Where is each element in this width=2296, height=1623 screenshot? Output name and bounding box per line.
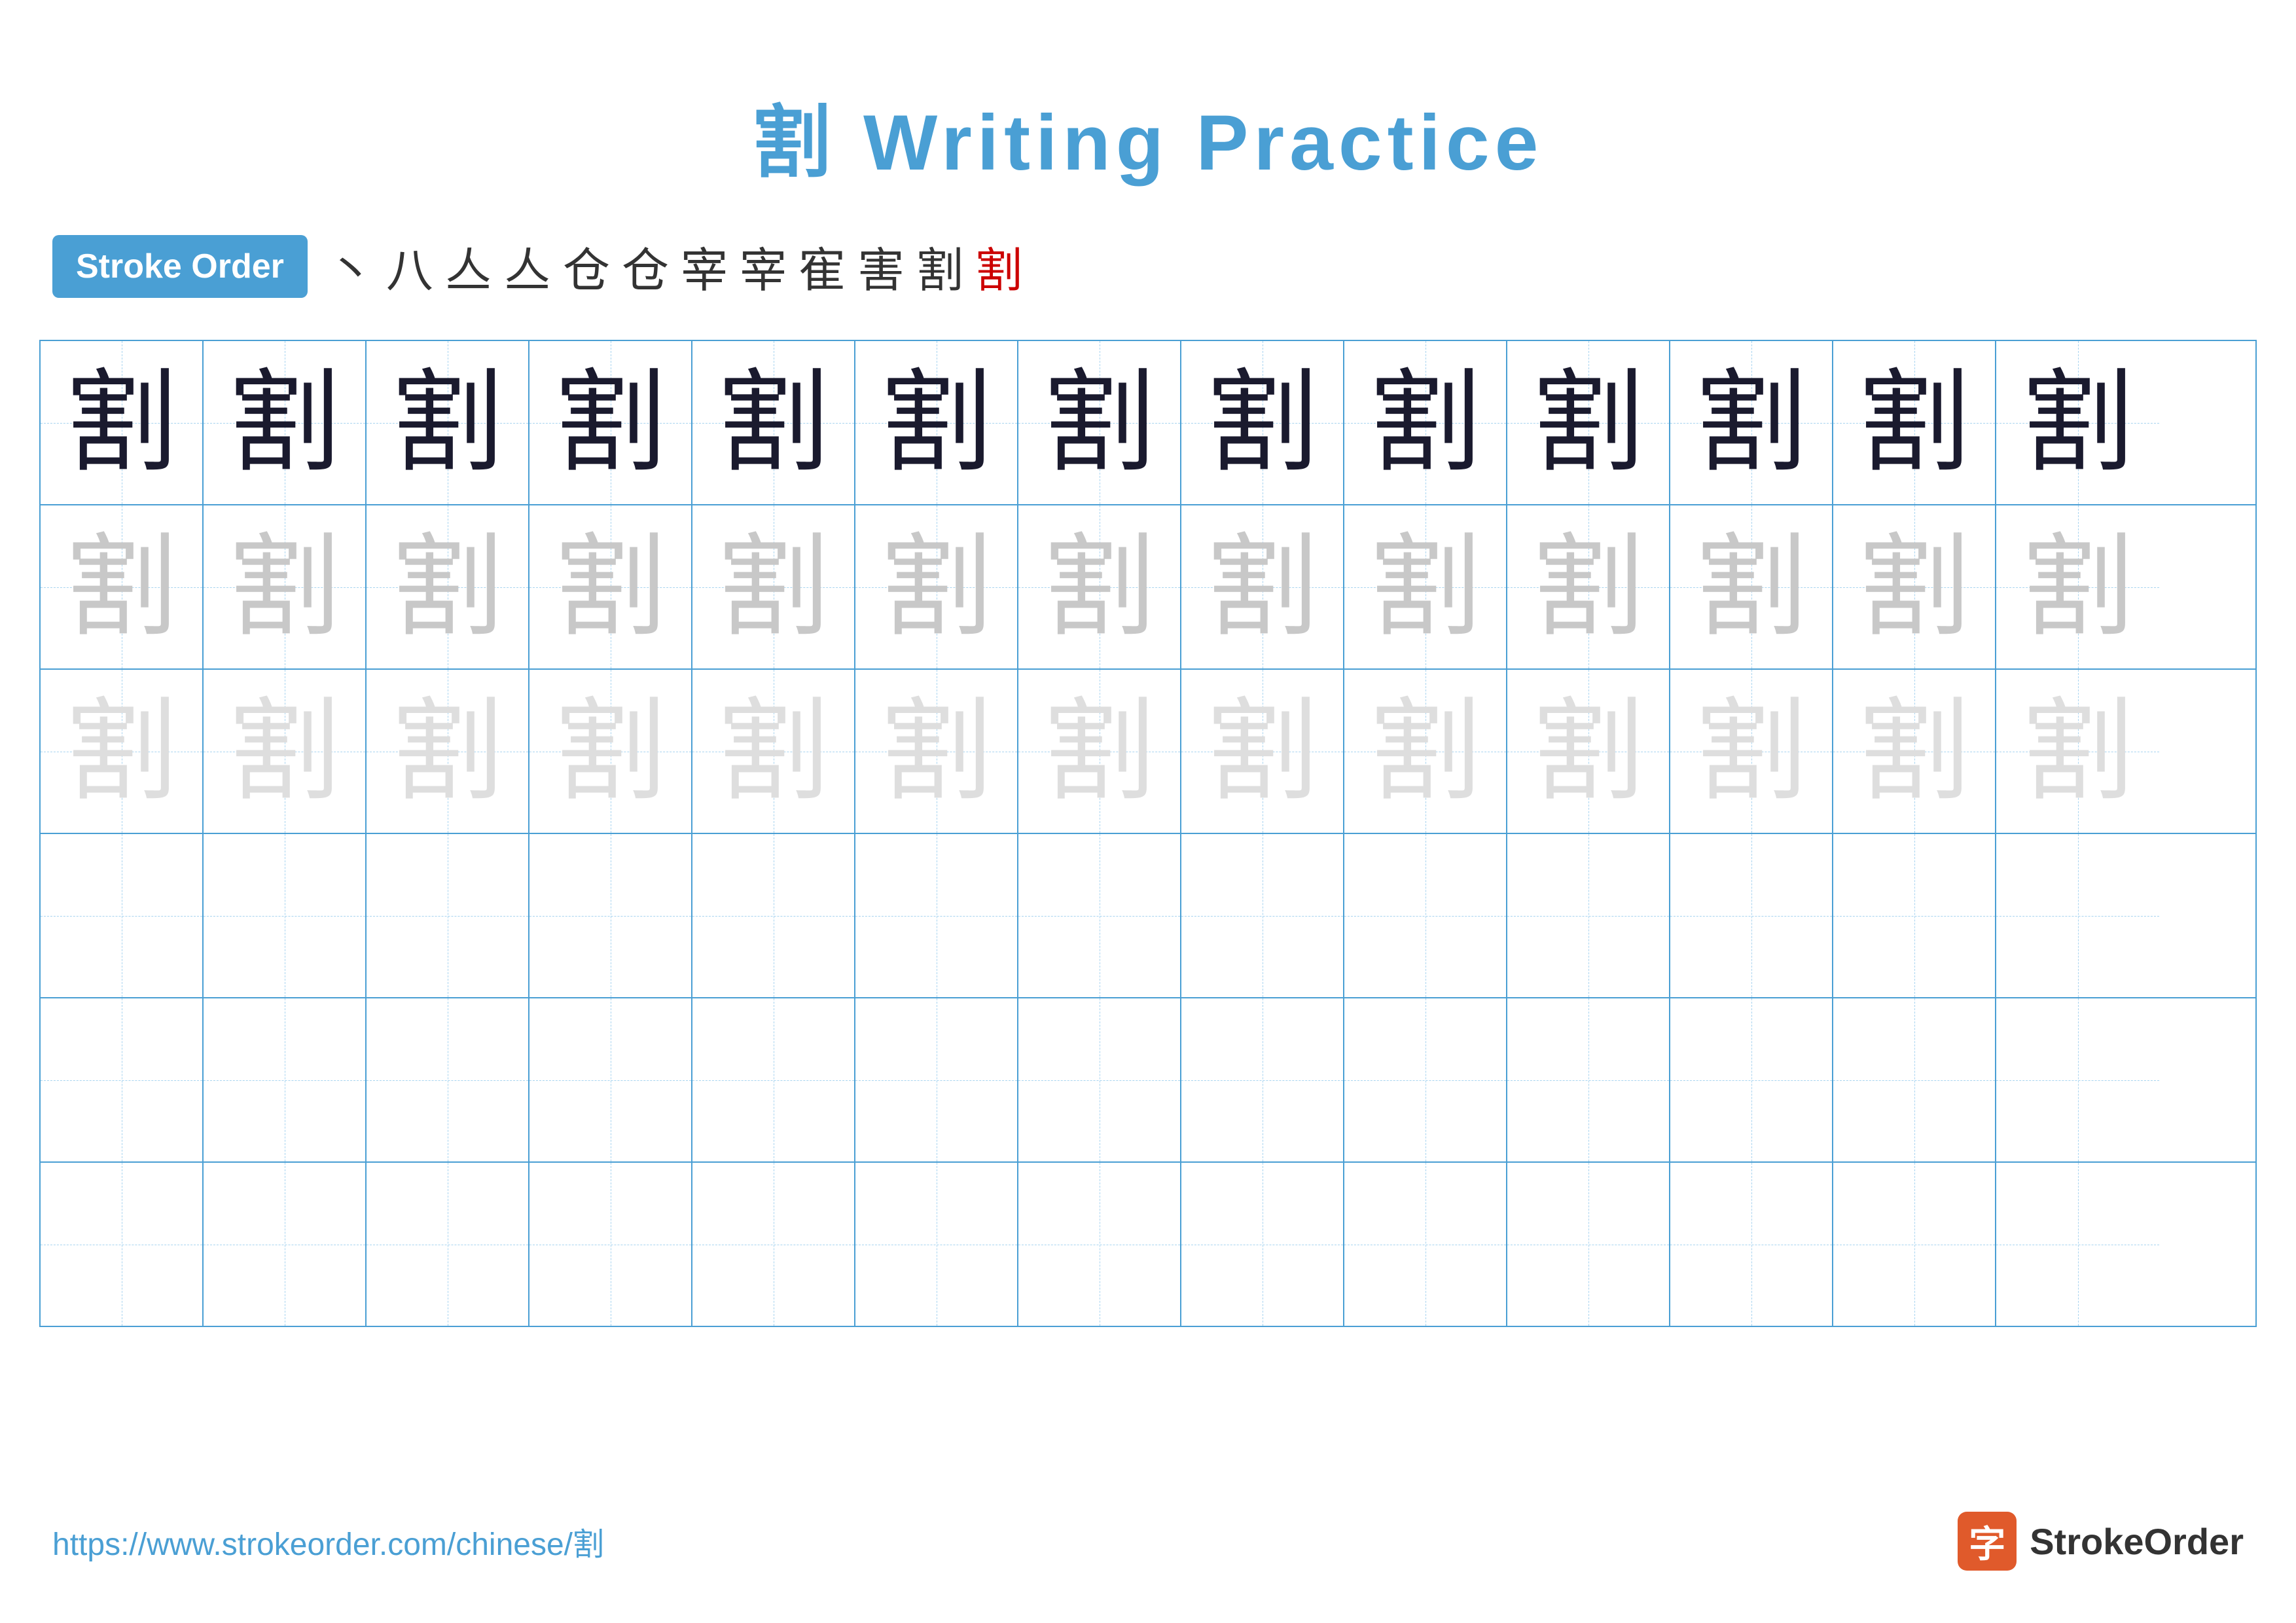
grid-cell[interactable]	[1996, 998, 2159, 1161]
grid-cell[interactable]	[1833, 1163, 1996, 1326]
grid-cell[interactable]: 割	[41, 341, 204, 504]
grid-cell[interactable]: 割	[1181, 341, 1344, 504]
grid-cell[interactable]: 割	[692, 341, 855, 504]
grid-cell[interactable]: 割	[692, 670, 855, 833]
grid-row-1: 割 割 割 割 割 割 割 割 割 割 割 割 割	[41, 341, 2255, 505]
grid-cell[interactable]	[855, 1163, 1018, 1326]
grid-cell[interactable]: 割	[1344, 505, 1507, 668]
grid-cell[interactable]	[1181, 998, 1344, 1161]
footer-brand: 字 StrokeOrder	[1958, 1512, 2244, 1571]
grid-row-6	[41, 1163, 2255, 1326]
grid-cell[interactable]	[367, 998, 529, 1161]
grid-cell[interactable]	[1996, 834, 2159, 997]
grid-cell[interactable]	[1181, 1163, 1344, 1326]
grid-cell[interactable]: 割	[692, 505, 855, 668]
grid-cell[interactable]: 割	[367, 670, 529, 833]
grid-cell[interactable]	[1344, 998, 1507, 1161]
grid-cell[interactable]	[1507, 1163, 1670, 1326]
stroke-order-badge: Stroke Order	[52, 235, 308, 298]
stroke-sequence: 丶 八 亼 亼 仓 仓 宰 宰 寉 害 割 割	[327, 232, 1022, 301]
grid-cell[interactable]: 割	[204, 670, 367, 833]
grid-cell[interactable]	[1670, 834, 1833, 997]
grid-cell[interactable]	[1018, 1163, 1181, 1326]
grid-cell[interactable]	[1507, 998, 1670, 1161]
grid-cell[interactable]	[1670, 1163, 1833, 1326]
grid-cell[interactable]	[1018, 834, 1181, 997]
grid-cell[interactable]: 割	[1833, 670, 1996, 833]
grid-cell[interactable]	[204, 998, 367, 1161]
grid-cell[interactable]: 割	[1833, 505, 1996, 668]
grid-cell[interactable]	[1344, 1163, 1507, 1326]
grid-cell[interactable]: 割	[204, 341, 367, 504]
grid-cell[interactable]: 割	[1670, 505, 1833, 668]
grid-cell[interactable]	[529, 834, 692, 997]
grid-cell[interactable]	[204, 1163, 367, 1326]
grid-cell[interactable]: 割	[1670, 341, 1833, 504]
grid-cell[interactable]	[692, 998, 855, 1161]
grid-cell[interactable]: 割	[1996, 670, 2159, 833]
grid-cell[interactable]: 割	[529, 341, 692, 504]
grid-cell[interactable]	[204, 834, 367, 997]
stroke-order-row: Stroke Order 丶 八 亼 亼 仓 仓 宰 宰 寉 害 割 割	[0, 192, 2296, 327]
grid-cell[interactable]	[367, 834, 529, 997]
grid-cell[interactable]	[529, 998, 692, 1161]
grid-cell[interactable]: 割	[855, 341, 1018, 504]
grid-cell[interactable]	[1833, 834, 1996, 997]
grid-cell[interactable]: 割	[855, 670, 1018, 833]
grid-cell[interactable]	[367, 1163, 529, 1326]
grid-cell[interactable]: 割	[855, 505, 1018, 668]
grid-cell[interactable]: 割	[529, 670, 692, 833]
grid-cell[interactable]: 割	[1833, 341, 1996, 504]
grid-cell[interactable]	[1018, 998, 1181, 1161]
grid-cell[interactable]	[1344, 834, 1507, 997]
grid-cell[interactable]: 割	[1344, 341, 1507, 504]
footer: https://www.strokeorder.com/chinese/割 字 …	[0, 1512, 2296, 1571]
grid-row-2: 割 割 割 割 割 割 割 割 割 割 割 割 割	[41, 505, 2255, 670]
grid-cell[interactable]	[41, 1163, 204, 1326]
grid-cell[interactable]	[855, 834, 1018, 997]
grid-cell[interactable]	[41, 834, 204, 997]
practice-grid: 割 割 割 割 割 割 割 割 割 割 割 割 割 割 割 割 割 割 割 割 …	[39, 340, 2257, 1327]
grid-cell[interactable]: 割	[1670, 670, 1833, 833]
grid-cell[interactable]: 割	[1018, 670, 1181, 833]
grid-cell[interactable]	[692, 834, 855, 997]
grid-cell[interactable]	[1833, 998, 1996, 1161]
grid-cell[interactable]: 割	[41, 670, 204, 833]
grid-cell[interactable]	[529, 1163, 692, 1326]
brand-name: StrokeOrder	[2030, 1520, 2244, 1563]
grid-cell[interactable]: 割	[1344, 670, 1507, 833]
grid-cell[interactable]	[1996, 1163, 2159, 1326]
grid-cell[interactable]: 割	[1996, 505, 2159, 668]
grid-cell[interactable]	[41, 998, 204, 1161]
grid-cell[interactable]: 割	[1507, 341, 1670, 504]
grid-cell[interactable]: 割	[1507, 670, 1670, 833]
grid-cell[interactable]	[1670, 998, 1833, 1161]
grid-cell[interactable]: 割	[1018, 341, 1181, 504]
grid-row-3: 割 割 割 割 割 割 割 割 割 割 割 割 割	[41, 670, 2255, 834]
grid-row-4	[41, 834, 2255, 998]
grid-cell[interactable]: 割	[1181, 505, 1344, 668]
grid-cell[interactable]: 割	[41, 505, 204, 668]
grid-cell[interactable]: 割	[367, 341, 529, 504]
footer-url[interactable]: https://www.strokeorder.com/chinese/割	[52, 1518, 604, 1564]
grid-cell[interactable]: 割	[1996, 341, 2159, 504]
page-title: 割 Writing Practice	[0, 0, 2296, 192]
grid-cell[interactable]	[855, 998, 1018, 1161]
grid-row-5	[41, 998, 2255, 1163]
grid-cell[interactable]: 割	[1507, 505, 1670, 668]
grid-cell[interactable]: 割	[367, 505, 529, 668]
grid-cell[interactable]	[1507, 834, 1670, 997]
grid-cell[interactable]: 割	[529, 505, 692, 668]
grid-cell[interactable]	[1181, 834, 1344, 997]
brand-icon: 字	[1958, 1512, 2017, 1571]
grid-cell[interactable]: 割	[204, 505, 367, 668]
grid-cell[interactable]: 割	[1018, 505, 1181, 668]
grid-cell[interactable]	[692, 1163, 855, 1326]
grid-cell[interactable]: 割	[1181, 670, 1344, 833]
